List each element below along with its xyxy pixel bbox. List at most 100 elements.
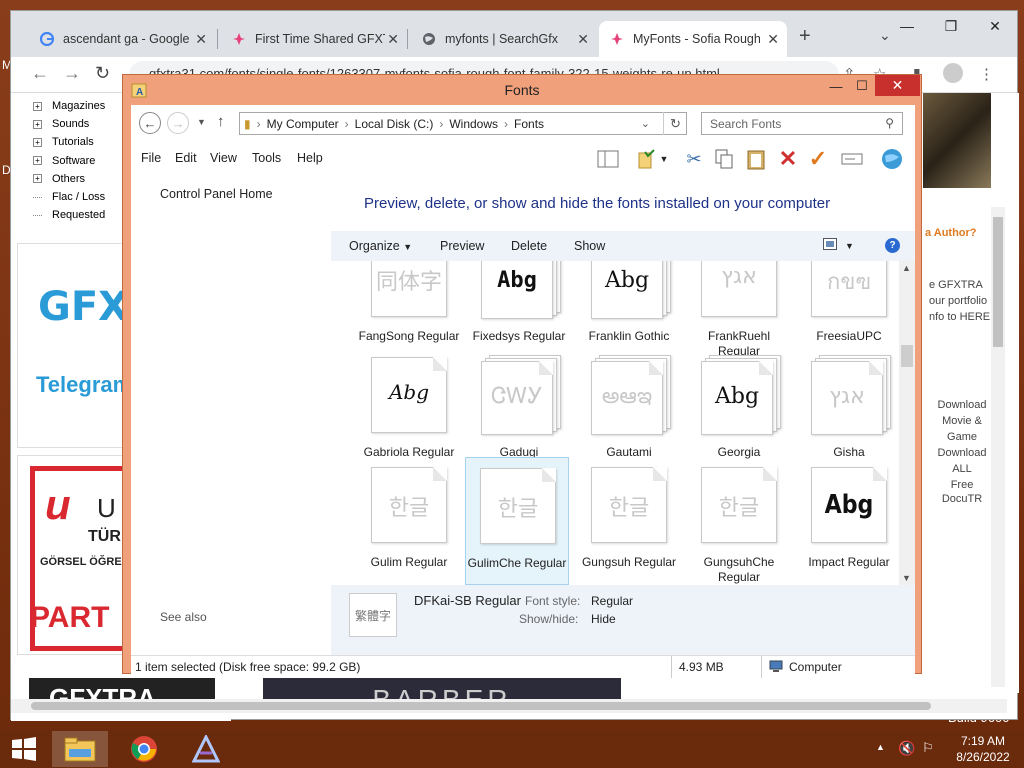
close-icon[interactable]: ✕ (195, 31, 207, 48)
font-grid-scrollbar[interactable]: ▲ ▼ (899, 261, 915, 585)
tree-item[interactable]: + Others (33, 170, 105, 188)
file-explorer-taskbar-icon[interactable] (52, 731, 108, 767)
help-icon[interactable]: ? (885, 238, 900, 253)
close-window-button[interactable]: ✕ (875, 75, 920, 96)
show-button[interactable]: Show (574, 239, 605, 253)
author-link[interactable]: a Author? (925, 227, 995, 239)
recent-dropdown-icon[interactable]: ▼ (197, 117, 206, 127)
font-thumbnail: กขฃ (811, 261, 889, 319)
maximize-button[interactable]: ❐ (929, 11, 973, 41)
breadcrumb-item[interactable]: Fonts (514, 117, 544, 131)
chevron-down-icon[interactable]: ▼ (845, 241, 854, 251)
font-name: Impact Regular (808, 555, 890, 569)
font-thumbnail: అఆఇ (591, 355, 671, 435)
up-icon[interactable]: ↑ (217, 113, 225, 130)
start-button[interactable] (0, 731, 48, 767)
chevron-down-icon[interactable]: ▼ (657, 147, 671, 171)
globe-icon[interactable] (879, 147, 905, 171)
movie-thumbnail[interactable] (923, 93, 991, 188)
close-window-button[interactable]: ✕ (973, 11, 1017, 41)
menu-dots-icon[interactable]: ⋮ (979, 65, 994, 83)
font-item[interactable]: Abg Impact Regular (797, 457, 899, 585)
profile-avatar[interactable] (943, 63, 963, 83)
menu-help[interactable]: Help (297, 151, 323, 165)
folder-check-icon[interactable] (633, 147, 659, 171)
control-panel-home-link[interactable]: Control Panel Home (160, 187, 273, 201)
minimize-button[interactable]: — (823, 75, 849, 97)
tree-item[interactable]: + Software (33, 152, 105, 170)
font-item[interactable]: Abg Georgia (687, 347, 791, 475)
forward-icon[interactable]: → (167, 112, 189, 134)
paste-icon[interactable] (743, 147, 769, 171)
menu-edit[interactable]: Edit (175, 151, 197, 165)
delete-icon[interactable]: ✕ (775, 146, 801, 171)
forward-icon[interactable]: → (63, 63, 81, 84)
font-item[interactable]: Abg Franklin Gothic (577, 261, 681, 359)
page-heading: Preview, delete, or show and hide the fo… (364, 195, 831, 212)
breadcrumb-item[interactable]: My Computer (267, 117, 339, 131)
rename-icon[interactable] (839, 147, 865, 171)
properties-check-icon[interactable]: ✓ (805, 146, 831, 171)
font-item[interactable]: ᏣᎳᎩ Gadugi (467, 347, 571, 475)
font-item[interactable]: 한글 GungsuhChe Regular (687, 457, 791, 585)
tree-item[interactable]: Requested (33, 206, 105, 224)
back-icon[interactable]: ← (139, 112, 161, 134)
chevron-down-icon[interactable]: ⌄ (641, 117, 650, 130)
docutr-link[interactable]: DocuTR (927, 493, 997, 505)
menu-tools[interactable]: Tools (252, 151, 281, 165)
layout-pane-icon[interactable] (595, 147, 621, 171)
close-icon[interactable]: ✕ (387, 31, 399, 48)
font-item[interactable]: 한글 GulimChe Regular (465, 457, 569, 585)
font-item[interactable]: กขฃ FreesiaUPC (797, 261, 899, 359)
tree-item[interactable]: + Magazines (33, 97, 105, 115)
preview-button[interactable]: Preview (440, 239, 484, 253)
menu-view[interactable]: View (210, 151, 237, 165)
breadcrumb-item[interactable]: Local Disk (C:) (355, 117, 434, 131)
chrome-taskbar-icon[interactable] (116, 731, 172, 767)
browser-tab-active[interactable]: MyFonts - Sofia Rough ✕ (599, 21, 787, 57)
font-item[interactable]: Abg Gabriola Regular (357, 347, 461, 475)
minimize-button[interactable]: — (885, 11, 929, 41)
new-tab-button[interactable]: + (799, 25, 811, 48)
horizontal-scrollbar[interactable] (11, 699, 1007, 713)
font-item[interactable]: 한글 Gungsuh Regular (577, 457, 681, 585)
close-icon[interactable]: ✕ (767, 31, 779, 48)
clock-time[interactable]: 7:19 AM (956, 734, 1010, 748)
breadcrumb[interactable]: ▮ › My Computer › Local Disk (C:) › Window… (239, 112, 687, 135)
refresh-icon[interactable]: ↻ (663, 112, 687, 135)
see-also-label: See also (160, 610, 207, 624)
cut-icon[interactable]: ✂ (681, 147, 707, 171)
close-icon[interactable]: ✕ (577, 31, 589, 48)
fonts-app-taskbar-icon[interactable] (178, 731, 234, 767)
volume-muted-icon[interactable]: 🔇 (898, 740, 915, 757)
font-item[interactable]: 同体字 FangSong Regular (357, 261, 461, 359)
view-options-icon[interactable] (823, 238, 837, 253)
font-item[interactable]: అఆఇ Gautami (577, 347, 681, 475)
tree-item[interactable]: + Sounds (33, 115, 105, 133)
font-item[interactable]: 한글 Gulim Regular (357, 457, 461, 585)
breadcrumb-item[interactable]: Windows (449, 117, 498, 131)
tray-chevron-icon[interactable]: ▲ (876, 742, 885, 752)
copy-icon[interactable] (711, 147, 737, 171)
organize-button[interactable]: Organize ▼ (349, 239, 412, 253)
maximize-button[interactable]: ☐ (849, 75, 875, 97)
back-icon[interactable]: ← (31, 63, 49, 84)
browser-tab[interactable]: ascendant ga - Google ✕ (29, 21, 215, 57)
page-scrollbar[interactable] (991, 207, 1005, 687)
tree-item[interactable]: Flac / Loss (33, 188, 105, 206)
download-movie-link[interactable]: Download Movie & Game (927, 397, 997, 445)
font-item[interactable]: אגץ FrankRuehl Regular (687, 261, 791, 359)
browser-tab[interactable]: First Time Shared GFXT ✕ (221, 21, 407, 57)
clock-date[interactable]: 8/26/2022 (950, 750, 1016, 764)
network-icon[interactable]: ⚐ (922, 740, 934, 756)
browser-tab[interactable]: myfonts | SearchGfx ✕ (411, 21, 597, 57)
delete-button[interactable]: Delete (511, 239, 547, 253)
font-item[interactable]: Abg Fixedsys Regular (467, 261, 571, 359)
search-input[interactable]: Search Fonts ⚲ (701, 112, 903, 135)
download-all-link[interactable]: Download ALL Free (927, 445, 997, 493)
reload-icon[interactable]: ↻ (95, 63, 110, 84)
fonts-window: A Fonts — ☐ ✕ ← → ▼ ↑ ▮ › My Computer › L… (122, 74, 922, 678)
font-item[interactable]: אגץ Gisha (797, 347, 899, 475)
menu-file[interactable]: File (141, 151, 161, 165)
tree-item[interactable]: + Tutorials (33, 133, 105, 151)
